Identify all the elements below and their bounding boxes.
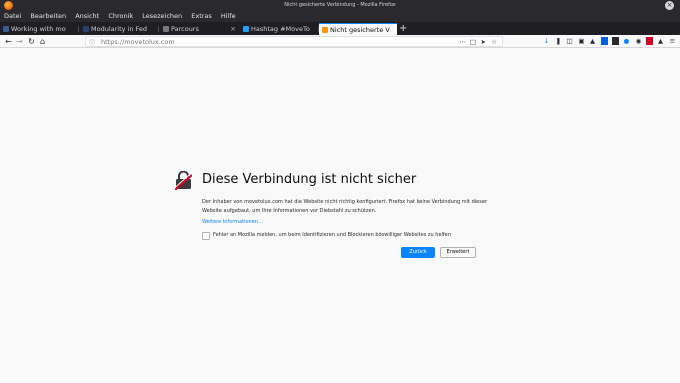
forward-arrow-icon[interactable]: → bbox=[14, 36, 25, 47]
home-icon[interactable]: ⌂ bbox=[37, 36, 48, 47]
tab-label: Nicht gesicherte V bbox=[330, 26, 390, 34]
url-text[interactable]: https://movetolux.com bbox=[101, 38, 175, 46]
window-titlebar: Nicht gesicherte Verbindung - Mozilla Fi… bbox=[0, 0, 680, 11]
extension-icon[interactable] bbox=[601, 37, 608, 45]
tab-separator bbox=[158, 26, 159, 32]
extension-icon[interactable]: ▲ bbox=[657, 37, 664, 45]
menu-lesezeichen[interactable]: Lesezeichen bbox=[142, 11, 182, 22]
tab-label: Modularity in Fed bbox=[91, 25, 148, 33]
tab-close-icon[interactable]: × bbox=[230, 23, 236, 35]
more-info-link[interactable]: Weitere Informationen… bbox=[202, 219, 263, 225]
broken-lock-icon bbox=[174, 170, 193, 191]
menu-hilfe[interactable]: Hilfe bbox=[221, 11, 236, 22]
menu-hamburger-icon[interactable]: ≡ bbox=[669, 37, 676, 45]
extension-icon[interactable]: ◉ bbox=[635, 37, 642, 45]
pocket-icon[interactable]: □ bbox=[470, 38, 476, 46]
tab-favicon-icon bbox=[163, 26, 169, 32]
tab-favicon-icon bbox=[83, 26, 89, 32]
menu-datei[interactable]: Datei bbox=[4, 11, 21, 22]
tab-working-with[interactable]: Working with mo bbox=[0, 23, 79, 35]
back-arrow-icon[interactable]: ← bbox=[3, 36, 14, 47]
advanced-button[interactable]: Erweitert bbox=[440, 247, 476, 258]
back-button[interactable]: Zurück bbox=[401, 247, 435, 258]
menu-bearbeiten[interactable]: Bearbeiten bbox=[30, 11, 66, 22]
tab-separator bbox=[78, 26, 79, 32]
menu-extras[interactable]: Extras bbox=[191, 11, 212, 22]
report-checkbox-label: Fehler an Mozilla melden, um beim Identi… bbox=[213, 232, 451, 238]
tab-nicht-gesicherte[interactable]: Nicht gesicherte V bbox=[319, 23, 397, 35]
menu-chronik[interactable]: Chronik bbox=[108, 11, 133, 22]
window-title: Nicht gesicherte Verbindung - Mozilla Fi… bbox=[284, 2, 396, 8]
nav-bar: ← → ↻ ⌂ ⓘ https://movetolux.com ⋯ □ ➤ ☆ … bbox=[0, 35, 680, 48]
tab-favicon-icon bbox=[243, 26, 249, 32]
library-icon[interactable]: ❚ bbox=[555, 37, 562, 45]
extension-icon[interactable] bbox=[612, 37, 619, 45]
menu-ansicht[interactable]: Ansicht bbox=[75, 11, 99, 22]
send-icon[interactable]: ➤ bbox=[481, 38, 486, 46]
extension-icon[interactable]: ▲ bbox=[589, 37, 596, 45]
tab-label: Parcours bbox=[171, 25, 199, 33]
site-info-icon[interactable]: ⓘ bbox=[89, 38, 95, 47]
tab-strip: Working with mo Modularity in Fed Parcou… bbox=[0, 22, 680, 35]
report-checkbox[interactable] bbox=[202, 232, 210, 240]
bookmark-star-icon[interactable]: ☆ bbox=[491, 38, 497, 46]
error-title: Diese Verbindung ist nicht sicher bbox=[202, 172, 417, 187]
reload-icon[interactable]: ↻ bbox=[26, 36, 37, 47]
sidebar-icon[interactable]: ◫ bbox=[566, 37, 573, 45]
new-tab-button[interactable]: + bbox=[399, 22, 407, 35]
tab-parcours[interactable]: Parcours × bbox=[160, 23, 239, 35]
page-actions-icon[interactable]: ⋯ bbox=[460, 38, 467, 46]
error-description: Der Inhaber von movetolux.com hat die We… bbox=[202, 199, 487, 214]
tab-label: Working with mo bbox=[11, 25, 66, 33]
downloads-icon[interactable]: ↓ bbox=[543, 37, 550, 45]
menu-bar: Datei Bearbeiten Ansicht Chronik Lesezei… bbox=[0, 11, 680, 22]
extension-icon[interactable]: ▣ bbox=[578, 37, 585, 45]
window-close-icon[interactable]: × bbox=[665, 1, 674, 10]
tab-hashtag[interactable]: Hashtag #MoveTo bbox=[240, 23, 319, 35]
extension-icon[interactable]: ● bbox=[623, 37, 630, 45]
tab-label: Hashtag #MoveTo bbox=[251, 25, 310, 33]
url-bar[interactable]: ⓘ https://movetolux.com ⋯ □ ➤ ☆ bbox=[85, 36, 503, 47]
extension-icon[interactable] bbox=[646, 37, 653, 45]
tab-modularity[interactable]: Modularity in Fed bbox=[80, 23, 159, 35]
tab-favicon-icon bbox=[3, 26, 9, 32]
tab-warning-favicon-icon bbox=[322, 27, 328, 33]
